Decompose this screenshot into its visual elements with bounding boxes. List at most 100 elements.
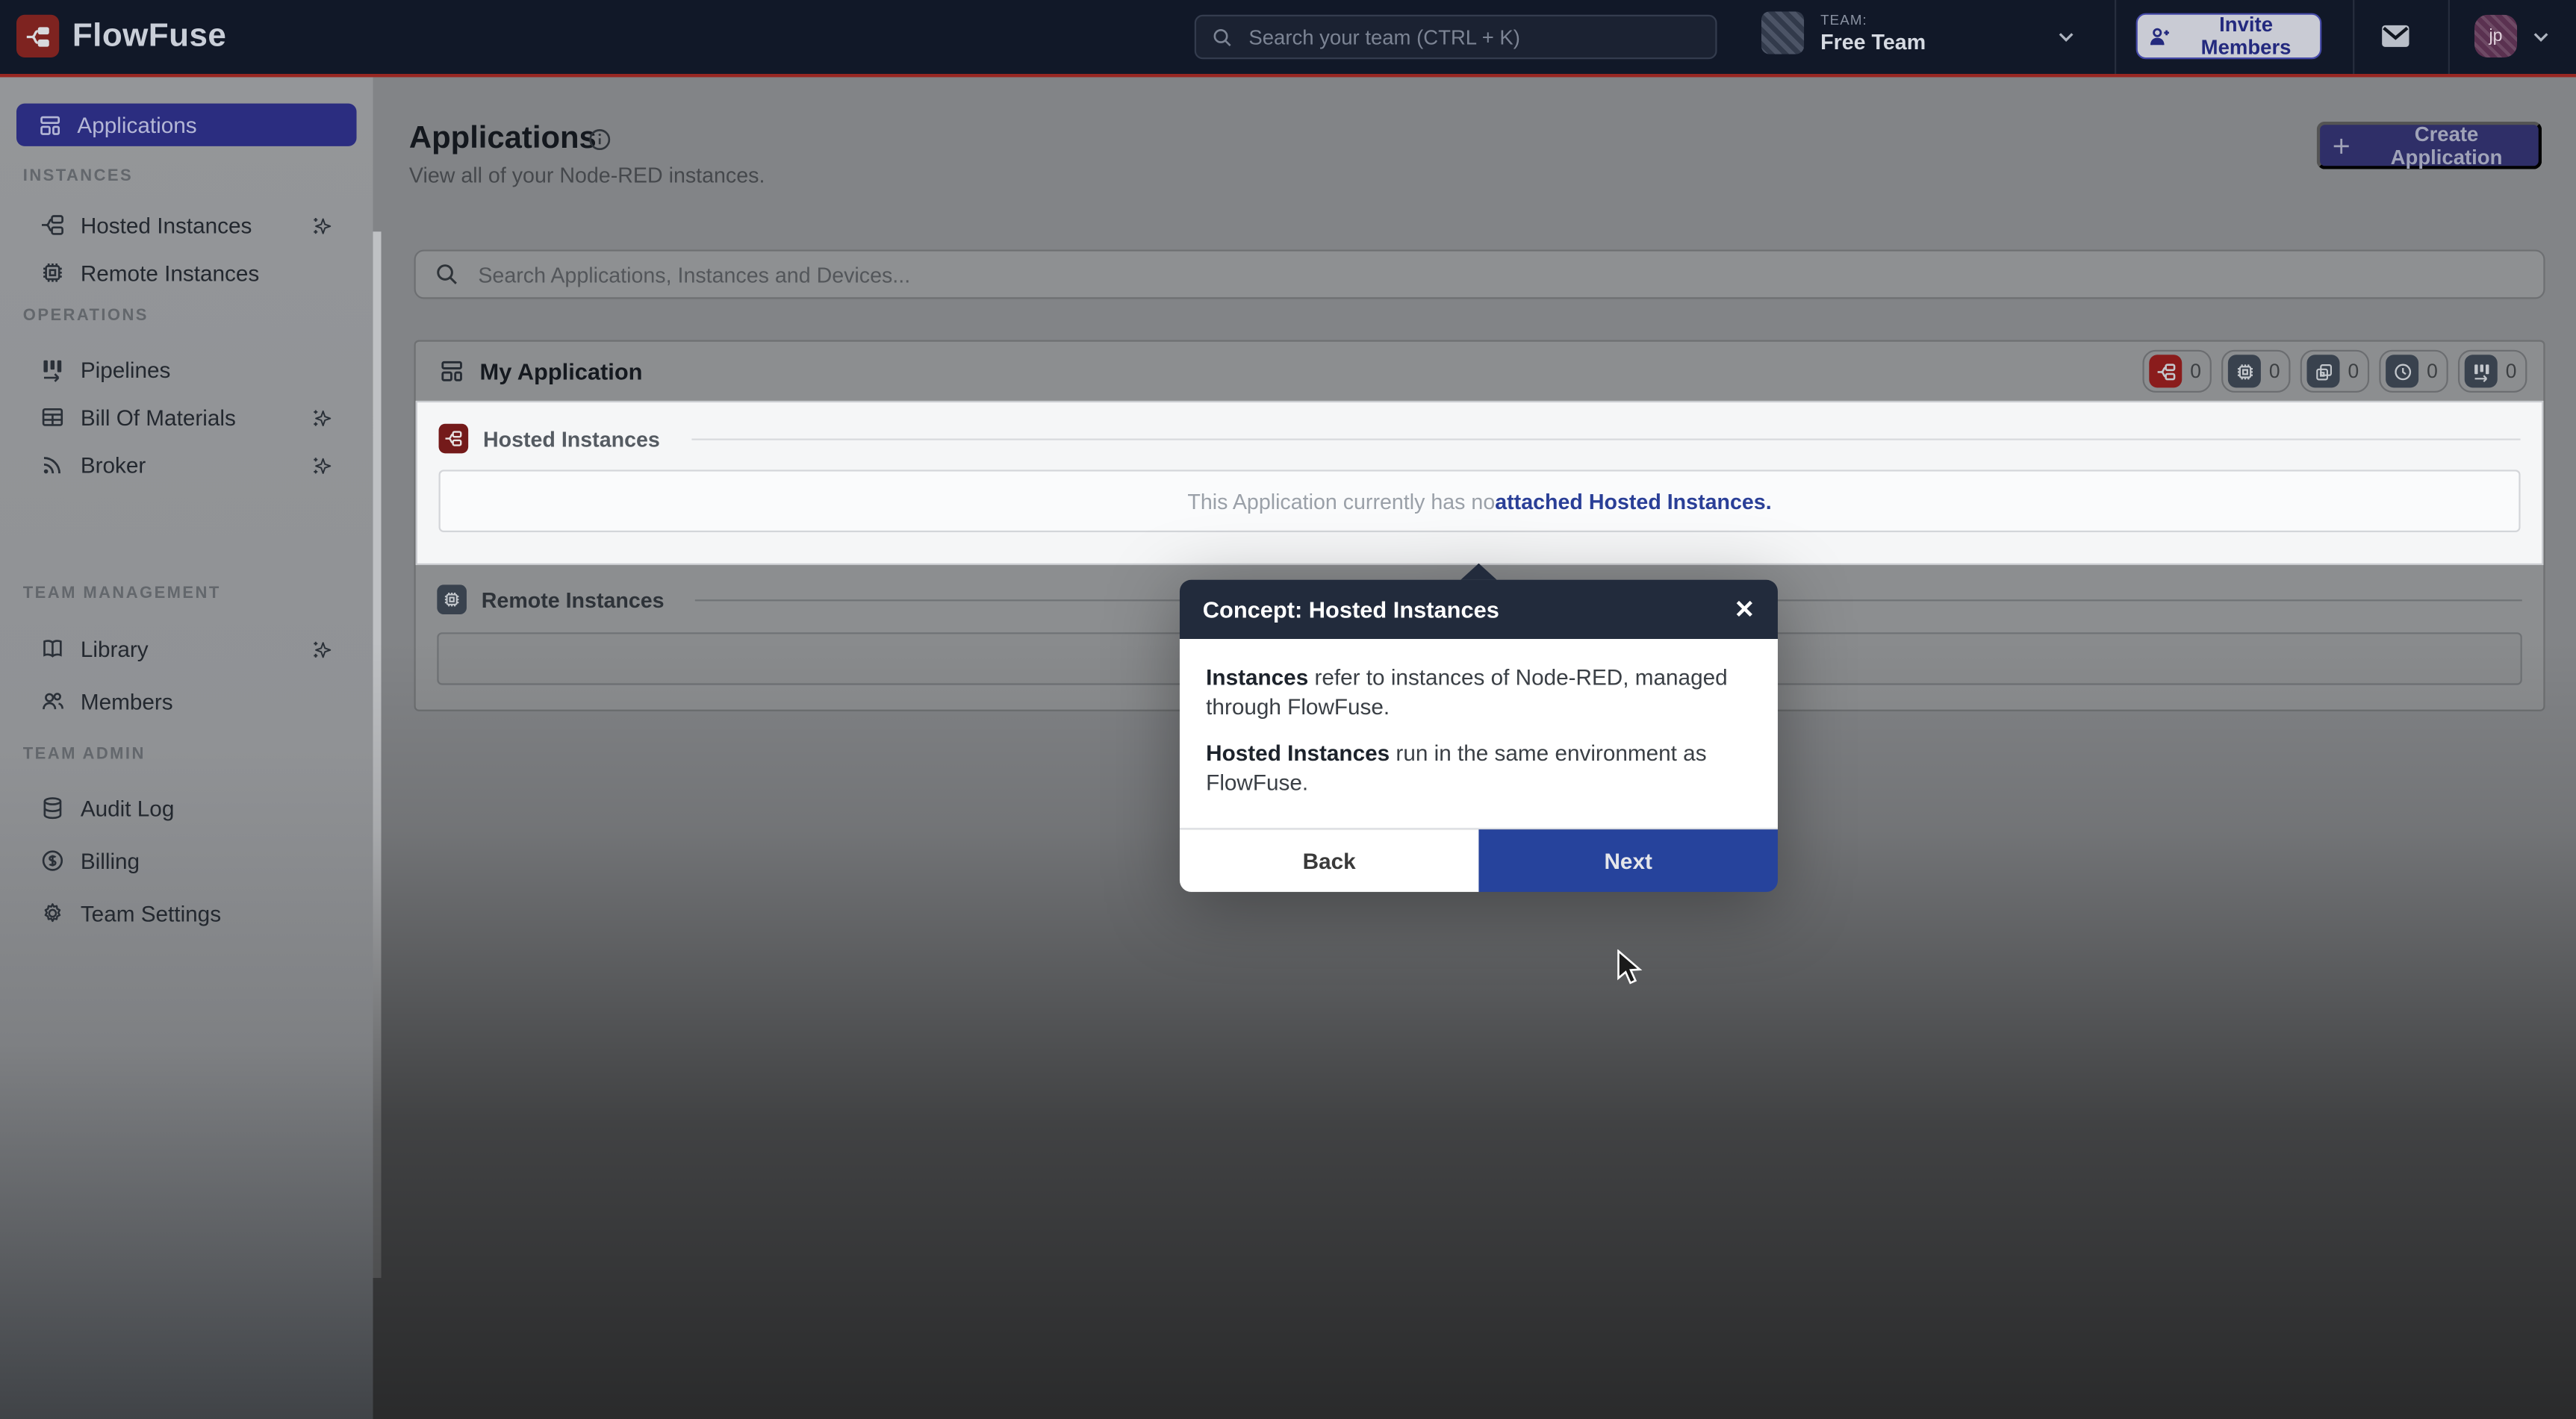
navbar-accent-line	[0, 74, 2576, 77]
team-label: TEAM:	[1820, 11, 1926, 28]
tour-paragraph-bold: Hosted Instances	[1206, 741, 1390, 766]
back-button[interactable]: Back	[1180, 830, 1478, 893]
pipelines-icon	[40, 357, 66, 383]
sidebar-item-hosted-instances[interactable]: Hosted Instances	[0, 207, 373, 243]
application-search-input[interactable]	[475, 261, 2525, 288]
sidebar: Applications INSTANCES Hosted Instances …	[0, 77, 373, 1419]
empty-state-text: This Application currently has no	[1187, 489, 1495, 514]
user-avatar[interactable]: jp	[2474, 15, 2517, 57]
nav-divider	[2448, 0, 2450, 74]
team-search	[1195, 15, 1717, 59]
sidebar-section-instances: INSTANCES	[23, 167, 133, 185]
counter-value: 0	[2190, 360, 2201, 383]
attached-hosted-instances-link[interactable]: attached Hosted Instances	[1495, 489, 1765, 514]
counter-value: 0	[2506, 360, 2517, 383]
invite-members-label: Invite Members	[2182, 13, 2310, 60]
snapshots-icon	[2386, 355, 2418, 387]
sidebar-item-audit-log[interactable]: Audit Log	[0, 790, 373, 826]
database-icon	[40, 795, 66, 821]
sparkle-icon	[309, 452, 334, 477]
nav-divider	[2353, 0, 2354, 74]
sidebar-item-library[interactable]: Library	[0, 631, 373, 667]
sidebar-item-label: Audit Log	[81, 796, 175, 820]
gear-icon	[40, 900, 66, 926]
hosted-instances-empty-state: This Application currently has no attach…	[439, 470, 2521, 532]
application-search	[414, 249, 2545, 299]
invite-members-button[interactable]: Invite Members	[2136, 13, 2322, 60]
node-red-instances-icon	[2149, 355, 2182, 387]
team-chevron-down-icon[interactable]	[2054, 25, 2079, 49]
remote-instances-counter[interactable]: 0	[2221, 350, 2290, 393]
tour-modal-body: Instances refer to instances of Node-RED…	[1180, 639, 1778, 828]
application-name: My Application	[480, 358, 2128, 384]
counter-value: 0	[2269, 360, 2280, 383]
application-icon	[439, 358, 465, 384]
sidebar-item-applications[interactable]: Applications	[16, 104, 357, 146]
nav-divider	[2115, 0, 2116, 74]
node-red-instances-icon	[439, 424, 469, 454]
sidebar-item-label: Billing	[81, 849, 140, 873]
info-icon[interactable]	[587, 126, 613, 152]
sidebar-item-label: Broker	[81, 452, 146, 477]
empty-state-suffix: .	[1766, 489, 1772, 514]
search-icon	[1211, 25, 1234, 49]
next-button[interactable]: Next	[1478, 830, 1777, 893]
team-search-input[interactable]	[1245, 24, 1701, 50]
tour-modal-header: Concept: Hosted Instances ✕	[1180, 580, 1778, 639]
application-card-header[interactable]: My Application 0 0 0 0	[416, 342, 2544, 401]
sidebar-item-members[interactable]: Members	[0, 683, 373, 719]
sidebar-item-remote-instances[interactable]: Remote Instances	[0, 255, 373, 290]
counter-value: 0	[2348, 360, 2359, 383]
team-name: Free Team	[1820, 29, 1926, 54]
sidebar-item-label: Library	[81, 637, 149, 661]
sidebar-section-team-management: TEAM MANAGEMENT	[23, 584, 221, 602]
dollar-icon	[40, 847, 66, 873]
table-icon	[40, 404, 66, 430]
flowfuse-logo[interactable]: FlowFuse	[16, 15, 226, 57]
tour-caret-up	[1460, 564, 1496, 580]
pipelines-icon	[2465, 355, 2498, 387]
mouse-cursor	[1617, 949, 1644, 989]
page-title: Applications	[409, 122, 597, 158]
tour-modal-footer: Back Next	[1180, 828, 1778, 892]
pipelines-counter[interactable]: 0	[2458, 350, 2527, 393]
tour-modal-title: Concept: Hosted Instances	[1203, 596, 1735, 623]
logo-wordmark: FlowFuse	[72, 17, 226, 55]
create-application-button[interactable]: Create Application	[2317, 122, 2542, 169]
sidebar-item-broker[interactable]: Broker	[0, 447, 373, 483]
devices-counter[interactable]: 0	[2300, 350, 2369, 393]
sparkle-icon	[309, 637, 334, 661]
devices-icon	[2307, 355, 2340, 387]
applications-icon	[38, 113, 63, 137]
sidebar-item-label: Team Settings	[81, 901, 221, 926]
notifications-mail-icon[interactable]	[2377, 18, 2413, 54]
broker-icon	[40, 452, 66, 478]
sidebar-section-team-admin: TEAM ADMIN	[23, 746, 146, 764]
sidebar-scrollbar[interactable]	[373, 231, 382, 1278]
close-icon[interactable]: ✕	[1734, 597, 1755, 622]
user-menu-chevron-down-icon[interactable]	[2529, 25, 2554, 49]
create-application-label: Create Application	[2365, 122, 2529, 169]
sparkle-icon	[309, 213, 334, 237]
flowfuse-logo-icon	[16, 15, 59, 57]
page-subtitle: View all of your Node-RED instances.	[409, 163, 765, 187]
user-plus-icon	[2147, 24, 2172, 49]
sidebar-item-bill-of-materials[interactable]: Bill Of Materials	[0, 399, 373, 435]
sidebar-item-label: Members	[81, 689, 173, 714]
tour-paragraph: Instances refer to instances of Node-RED…	[1206, 664, 1752, 721]
sidebar-item-label: Applications	[77, 113, 196, 137]
sidebar-item-label: Hosted Instances	[81, 213, 252, 237]
sidebar-item-pipelines[interactable]: Pipelines	[0, 352, 373, 387]
hosted-instances-section-label: Hosted Instances	[483, 426, 660, 451]
snapshots-counter[interactable]: 0	[2379, 350, 2448, 393]
book-icon	[40, 636, 66, 662]
tour-paragraph: Hosted Instances run in the same environ…	[1206, 739, 1752, 796]
remote-instance-icon	[437, 584, 467, 614]
hosted-instances-counter[interactable]: 0	[2142, 350, 2211, 393]
sparkle-icon	[309, 405, 334, 429]
chip-icon	[40, 260, 66, 286]
team-selector[interactable]: TEAM: Free Team	[1761, 11, 1926, 54]
sidebar-item-team-settings[interactable]: Team Settings	[0, 895, 373, 931]
sidebar-item-label: Remote Instances	[81, 261, 259, 285]
sidebar-item-billing[interactable]: Billing	[0, 843, 373, 879]
